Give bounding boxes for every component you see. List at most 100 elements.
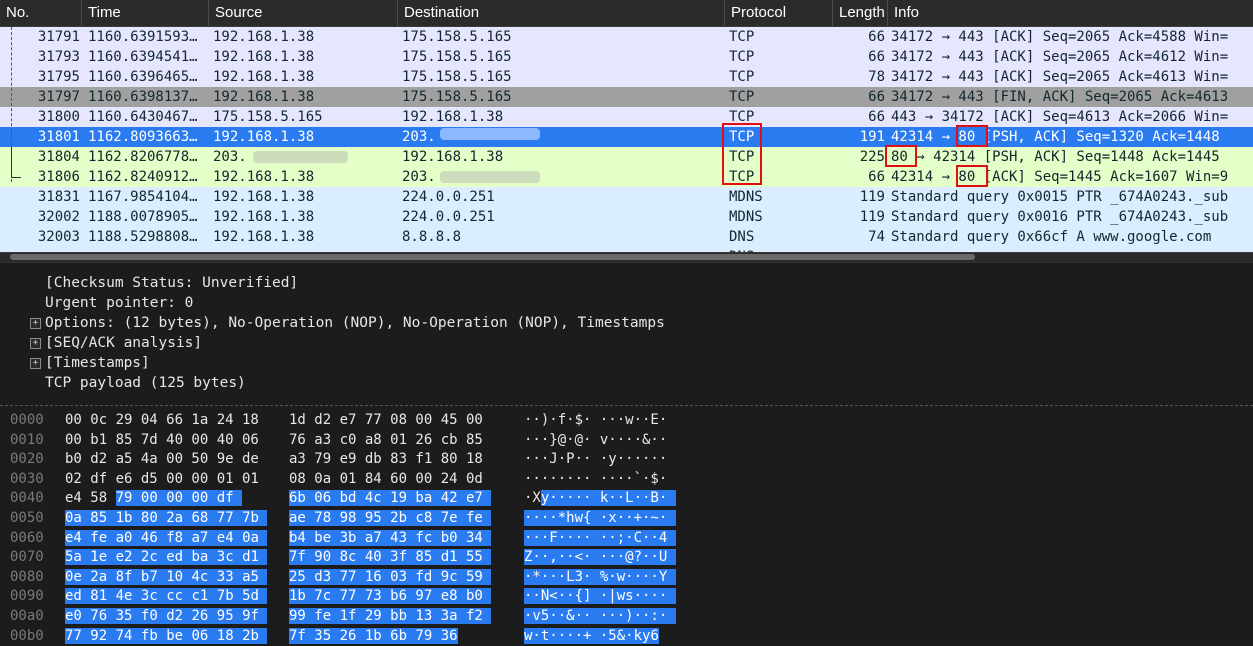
detail-line[interactable]: [Checksum Status: Unverified] bbox=[45, 273, 298, 293]
packet-list-horizontal-scrollbar[interactable] bbox=[0, 252, 1253, 262]
packet-details-pane[interactable]: [Checksum Status: Unverified] Urgent poin… bbox=[0, 262, 1253, 403]
hex-offset: 0060 bbox=[10, 529, 44, 546]
column-header-info[interactable]: Info bbox=[888, 0, 1253, 26]
column-header-protocol[interactable]: Protocol bbox=[725, 0, 833, 26]
hex-bytes-right[interactable]: 7f 35 26 1b 6b 79 36 bbox=[289, 627, 458, 646]
ascii-bytes[interactable]: Z··,··<· ···@?··U bbox=[524, 548, 676, 567]
ascii-bytes[interactable]: ···}@·@· v····&·· bbox=[524, 431, 667, 450]
packet-info-cell: 80 → 42314 [PSH, ACK] Seq=1448 Ack=1445 bbox=[891, 149, 1220, 165]
packet-protocol-cell: TCP bbox=[729, 29, 755, 45]
packet-protocol-cell: MDNS bbox=[729, 189, 763, 205]
hex-bytes-left[interactable]: ed 81 4e 3c cc c1 7b 5d bbox=[65, 587, 268, 606]
hex-bytes-left[interactable]: e0 76 35 f0 d2 26 95 9f bbox=[65, 607, 268, 626]
hex-bytes-right[interactable]: 1b 7c 77 73 b6 97 e8 b0 bbox=[289, 587, 492, 606]
detail-line[interactable]: TCP payload (125 bytes) bbox=[45, 373, 246, 393]
ascii-bytes[interactable]: ·Xy····· k··L··B· bbox=[524, 489, 676, 508]
packet-protocol-cell: TCP bbox=[729, 129, 755, 145]
packet-list[interactable]: 31791 1160.6391593… 192.168.1.38 175.158.5.… bbox=[0, 27, 1253, 252]
packet-source-cell: 192.168.1.38 bbox=[213, 49, 315, 65]
hex-bytes-right[interactable]: 08 0a 01 84 60 00 24 0d bbox=[289, 470, 483, 489]
packet-row[interactable]: 32003 1188.5298808… 192.168.1.38 8.8.8.8 DNS… bbox=[0, 227, 1253, 247]
packet-row[interactable]: 31804 1162.8206778… 203. 192.168.1.38 TCP 225… bbox=[0, 147, 1253, 167]
hex-bytes-right[interactable]: 99 fe 1f 29 bb 13 3a f2 bbox=[289, 607, 492, 626]
packet-protocol-cell: TCP bbox=[729, 89, 755, 105]
hex-bytes-right[interactable]: 1d d2 e7 77 08 00 45 00 bbox=[289, 411, 483, 430]
hex-bytes-left[interactable]: 0a 85 1b 80 2a 68 77 7b bbox=[65, 509, 268, 528]
packet-destination-cell: 175.158.5.165 bbox=[402, 69, 512, 85]
packet-time-cell: 1188.0078905… bbox=[88, 209, 198, 225]
hex-bytes-right[interactable]: ae 78 98 95 2b c8 7e fe bbox=[289, 509, 492, 528]
hex-bytes-right[interactable]: 7f 90 8c 40 3f 85 d1 55 bbox=[289, 548, 492, 567]
packet-source-cell: 192.168.1.38 bbox=[213, 189, 315, 205]
column-header-source[interactable]: Source bbox=[209, 0, 398, 26]
hex-offset: 0030 bbox=[10, 470, 44, 487]
hex-bytes-left[interactable]: 02 df e6 d5 00 00 01 01 bbox=[65, 470, 259, 489]
plus-box-icon[interactable]: + bbox=[30, 358, 41, 369]
detail-line[interactable]: Urgent pointer: 0 bbox=[45, 293, 193, 313]
packet-time-cell: 1188.5298808… bbox=[88, 229, 198, 245]
hex-bytes-right[interactable]: 76 a3 c0 a8 01 26 cb 85 bbox=[289, 431, 483, 450]
packet-row[interactable]: 31797 1160.6398137… 192.168.1.38 175.158.5.… bbox=[0, 87, 1253, 107]
column-header-time[interactable]: Time bbox=[82, 0, 209, 26]
hex-bytes-left[interactable]: 0e 2a 8f b7 10 4c 33 a5 bbox=[65, 568, 268, 587]
ascii-bytes[interactable]: ···F···· ··;·C··4 bbox=[524, 529, 676, 548]
packet-row[interactable]: 31800 1160.6430467… 175.158.5.165 192.168.1… bbox=[0, 107, 1253, 127]
ascii-bytes[interactable]: ··N<··{] ·|ws···· bbox=[524, 587, 676, 606]
hexdump-row: 0060 e4 fe a0 46 f8 a7 e4 0a b4 be 3b a7 … bbox=[0, 529, 1253, 548]
ascii-bytes[interactable]: ····*hw{ ·x··+·~· bbox=[524, 509, 676, 528]
hex-bytes-right[interactable]: a3 79 e9 db 83 f1 80 18 bbox=[289, 450, 483, 469]
column-header-destination[interactable]: Destination bbox=[398, 0, 725, 26]
hex-bytes-right[interactable]: 6b 06 bd 4c 19 ba 42 e7 bbox=[289, 489, 492, 508]
column-header-no[interactable]: No. bbox=[0, 0, 82, 26]
packet-info-cell: Standard query 0x66cf A www.google.com bbox=[891, 229, 1212, 245]
ascii-bytes[interactable]: ·*···L3· %·w····Y bbox=[524, 568, 676, 587]
packet-time-cell: 1162.8240912… bbox=[88, 169, 198, 185]
packet-row[interactable]: 31795 1160.6396465… 192.168.1.38 175.158.5.… bbox=[0, 67, 1253, 87]
hex-bytes-left[interactable]: e4 fe a0 46 f8 a7 e4 0a bbox=[65, 529, 268, 548]
plus-box-icon[interactable]: + bbox=[30, 318, 41, 329]
ascii-bytes[interactable]: ···J·P·· ·y······ bbox=[524, 450, 667, 469]
hex-bytes-left[interactable]: e4 58 79 00 00 00 df bbox=[65, 489, 243, 508]
packet-length-cell: 66 bbox=[868, 89, 885, 105]
ascii-bytes[interactable]: ··)·f·$· ···w··E· bbox=[524, 411, 667, 430]
packet-row[interactable]: 31793 1160.6394541… 192.168.1.38 175.158.5.… bbox=[0, 47, 1253, 67]
ascii-bytes[interactable]: w·t····+ ·5&·ky6 bbox=[524, 627, 659, 646]
packet-row-selected[interactable]: 31801 1162.8093663… 192.168.1.38 203. TCP 191… bbox=[0, 127, 1253, 147]
hexdump-row: 00a0 e0 76 35 f0 d2 26 95 9f 99 fe 1f 29 … bbox=[0, 607, 1253, 626]
detail-line[interactable]: [Timestamps] bbox=[45, 353, 150, 373]
packet-row[interactable]: 32002 1188.0078905… 192.168.1.38 224.0.0.25… bbox=[0, 207, 1253, 227]
redacted-ip bbox=[253, 151, 348, 163]
ascii-bytes[interactable]: ·v5··&·· ···)··:· bbox=[524, 607, 676, 626]
detail-line[interactable]: [SEQ/ACK analysis] bbox=[45, 333, 202, 353]
packet-bytes-pane[interactable]: 0000 00 0c 29 04 66 1a 24 18 1d d2 e7 77 0… bbox=[0, 411, 1253, 644]
packet-info-cell: Standard query 0x0016 PTR _674A0243._sub bbox=[891, 209, 1229, 225]
hex-bytes-right[interactable]: b4 be 3b a7 43 fc b0 34 bbox=[289, 529, 492, 548]
packet-no-cell: 31831 bbox=[37, 189, 80, 205]
packet-no-cell: 32003 bbox=[37, 229, 80, 245]
hex-bytes-left[interactable]: 5a 1e e2 2c ed ba 3c d1 bbox=[65, 548, 268, 567]
column-header-length[interactable]: Length bbox=[833, 0, 888, 26]
hex-bytes-right[interactable]: 25 d3 77 16 03 fd 9c 59 bbox=[289, 568, 492, 587]
packet-destination-cell: 224.0.0.251 bbox=[402, 209, 495, 225]
packet-row[interactable]: 31831 1167.9854104… 192.168.1.38 224.0.0.25… bbox=[0, 187, 1253, 207]
detail-line[interactable]: Options: (12 bytes), No-Operation (NOP),… bbox=[45, 313, 665, 333]
packet-length-cell: 74 bbox=[868, 229, 885, 245]
hex-bytes-left[interactable]: 00 b1 85 7d 40 00 40 06 bbox=[65, 431, 259, 450]
ascii-bytes[interactable]: ········ ····`·$· bbox=[524, 470, 667, 489]
hex-bytes-left[interactable]: b0 d2 a5 4a 00 50 9e de bbox=[65, 450, 259, 469]
plus-box-icon[interactable]: + bbox=[30, 338, 41, 349]
conversation-bracket-end-icon bbox=[11, 147, 21, 178]
packet-destination-cell: 175.158.5.165 bbox=[402, 89, 512, 105]
hex-bytes-left[interactable]: 00 0c 29 04 66 1a 24 18 bbox=[65, 411, 259, 430]
hexdump-row: 0070 5a 1e e2 2c ed ba 3c d1 7f 90 8c 40 … bbox=[0, 548, 1253, 567]
packet-row[interactable]: 31791 1160.6391593… 192.168.1.38 175.158.5.… bbox=[0, 27, 1253, 47]
packet-length-cell: 66 bbox=[868, 109, 885, 125]
packet-length-cell: 66 bbox=[868, 49, 885, 65]
hex-offset: 0090 bbox=[10, 588, 44, 605]
hex-bytes-left[interactable]: 77 92 74 fb be 06 18 2b bbox=[65, 627, 268, 646]
hex-offset: 0080 bbox=[10, 568, 44, 585]
scrollbar-thumb[interactable] bbox=[10, 254, 975, 260]
packet-row[interactable]: 31806 1162.8240912… 192.168.1.38 203. TCP 66 4… bbox=[0, 167, 1253, 187]
packet-length-cell: 119 bbox=[859, 189, 885, 205]
packet-protocol-cell: TCP bbox=[729, 109, 755, 125]
